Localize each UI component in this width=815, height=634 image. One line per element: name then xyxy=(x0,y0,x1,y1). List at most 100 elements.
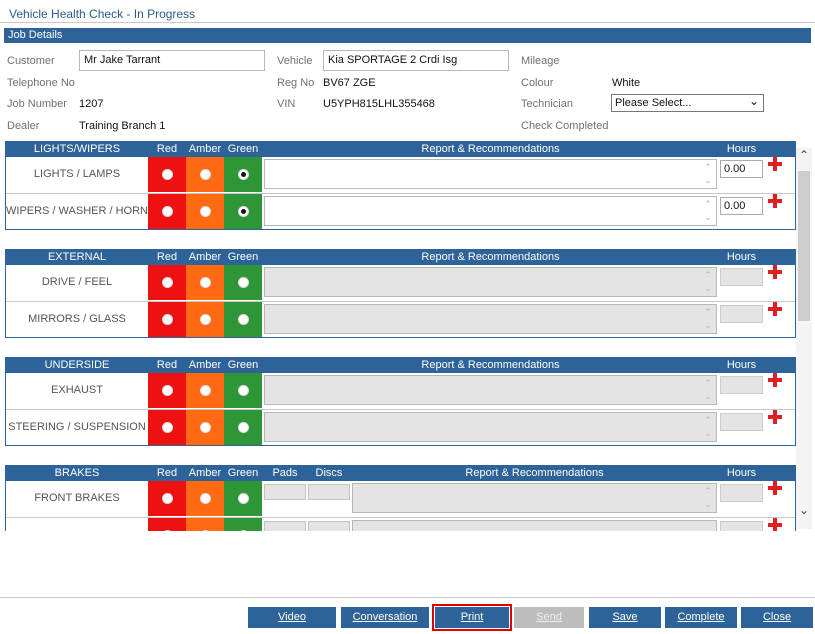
report-textarea[interactable] xyxy=(352,520,717,531)
col-report: Report & Recommendations xyxy=(465,467,604,479)
add-icon[interactable] xyxy=(768,481,782,495)
vehicle-field[interactable]: Kia SPORTAGE 2 Crdi Isg xyxy=(323,50,509,71)
red-radio[interactable] xyxy=(161,493,173,504)
red-radio[interactable] xyxy=(161,169,173,180)
green-cell xyxy=(224,157,262,192)
amber-radio[interactable] xyxy=(199,206,211,217)
technician-select-value: Please Select... xyxy=(615,97,692,109)
hours-input[interactable] xyxy=(720,376,763,394)
add-icon[interactable] xyxy=(768,265,782,279)
green-cell xyxy=(224,302,262,337)
red-cell xyxy=(148,194,186,229)
hours-input[interactable]: 0.00 xyxy=(720,160,763,178)
amber-radio[interactable] xyxy=(199,530,211,531)
job-number-label: Job Number xyxy=(7,98,67,110)
report-textarea[interactable]: ⌃ ⌄ xyxy=(264,375,717,405)
reg-value: BV67 ZGE xyxy=(323,77,376,89)
section-title: BRAKES xyxy=(54,467,100,479)
amber-radio[interactable] xyxy=(199,277,211,288)
save-button[interactable]: Save xyxy=(589,607,661,628)
red-radio[interactable] xyxy=(161,277,173,288)
green-radio[interactable] xyxy=(237,206,249,217)
textarea-scroll-icon: ⌃ ⌄ xyxy=(704,378,712,401)
print-button[interactable]: Print xyxy=(432,604,512,631)
add-icon[interactable] xyxy=(768,518,782,531)
scroll-down-icon[interactable]: ⌄ xyxy=(797,503,811,519)
check-name: DRIVE / FEEL xyxy=(41,276,113,288)
hours-input[interactable] xyxy=(720,484,763,502)
col-green: Green xyxy=(227,251,259,263)
red-radio[interactable] xyxy=(161,206,173,217)
pads-input[interactable] xyxy=(264,521,306,531)
check-name: FRONT BRAKES xyxy=(34,492,120,504)
scrollbar-thumb[interactable] xyxy=(798,171,810,321)
section-brakes: BRAKES Red Amber Green Pads Discs Report… xyxy=(5,465,796,531)
report-textarea[interactable]: ⌃ ⌄ xyxy=(264,412,717,442)
vertical-scrollbar[interactable]: ⌃ ⌄ xyxy=(796,148,812,529)
video-button[interactable]: Video xyxy=(248,607,336,628)
col-red: Red xyxy=(156,359,178,371)
add-icon[interactable] xyxy=(768,194,782,208)
red-radio[interactable] xyxy=(161,385,173,396)
red-cell xyxy=(148,373,186,408)
amber-radio[interactable] xyxy=(199,314,211,325)
discs-input[interactable] xyxy=(308,521,350,531)
section-title: LIGHTS/WIPERS xyxy=(33,143,121,155)
customer-field[interactable]: Mr Jake Tarrant xyxy=(79,50,265,71)
add-icon[interactable] xyxy=(768,157,782,171)
amber-radio[interactable] xyxy=(199,422,211,433)
hours-input[interactable]: 0.00 xyxy=(720,197,763,215)
red-radio[interactable] xyxy=(161,530,173,531)
green-radio[interactable] xyxy=(237,169,249,180)
green-radio[interactable] xyxy=(237,277,249,288)
green-radio[interactable] xyxy=(237,314,249,325)
conversation-button[interactable]: Conversation xyxy=(341,607,429,628)
add-icon[interactable] xyxy=(768,410,782,424)
green-radio[interactable] xyxy=(237,493,249,504)
red-radio[interactable] xyxy=(161,314,173,325)
close-button[interactable]: Close xyxy=(741,607,813,628)
checks-scroll-area[interactable]: LIGHTS/WIPERS Red Amber Green Report & R… xyxy=(0,141,815,531)
report-textarea[interactable]: ⌃ ⌄ xyxy=(264,196,717,226)
report-textarea[interactable]: ⌃ ⌄ xyxy=(264,159,717,189)
send-button[interactable]: Send xyxy=(514,607,584,628)
vin-value: U5YPH815LHL355468 xyxy=(323,98,435,110)
hours-input[interactable] xyxy=(720,268,763,286)
add-icon[interactable] xyxy=(768,302,782,316)
amber-radio[interactable] xyxy=(199,169,211,180)
section-header: LIGHTS/WIPERS Red Amber Green Report & R… xyxy=(6,142,795,157)
technician-select[interactable]: Please Select... ⌄ xyxy=(611,94,764,112)
green-cell xyxy=(224,194,262,229)
divider xyxy=(0,597,815,598)
textarea-scroll-icon: ⌃ ⌄ xyxy=(704,307,712,330)
scroll-up-icon[interactable]: ⌃ xyxy=(797,148,811,164)
discs-input[interactable] xyxy=(308,484,350,500)
col-pads: Pads xyxy=(272,467,298,479)
green-radio[interactable] xyxy=(237,422,249,433)
col-discs: Discs xyxy=(315,467,343,479)
amber-radio[interactable] xyxy=(199,493,211,504)
red-cell xyxy=(148,481,186,516)
check-row: LIGHTS / LAMPS ⌃ ⌄ 0.00 xyxy=(6,157,795,193)
check-row: STEERING / SUSPENSION ⌃ ⌄ xyxy=(6,409,795,445)
red-cell xyxy=(148,265,186,300)
divider xyxy=(0,22,815,23)
red-radio[interactable] xyxy=(161,422,173,433)
amber-cell xyxy=(186,410,224,445)
report-textarea[interactable]: ⌃ ⌄ xyxy=(264,304,717,334)
green-radio[interactable] xyxy=(237,530,249,531)
amber-cell xyxy=(186,518,224,531)
add-icon[interactable] xyxy=(768,373,782,387)
amber-radio[interactable] xyxy=(199,385,211,396)
hours-input[interactable] xyxy=(720,413,763,431)
check-name: STEERING / SUSPENSION xyxy=(8,421,146,433)
complete-button[interactable]: Complete xyxy=(665,607,737,628)
report-textarea[interactable]: ⌃ ⌄ xyxy=(264,267,717,297)
amber-cell xyxy=(186,194,224,229)
check-row: DRIVE / FEEL ⌃ ⌄ xyxy=(6,265,795,301)
hours-input[interactable] xyxy=(720,521,763,531)
pads-input[interactable] xyxy=(264,484,306,500)
hours-input[interactable] xyxy=(720,305,763,323)
green-radio[interactable] xyxy=(237,385,249,396)
report-textarea[interactable]: ⌃ ⌄ xyxy=(352,483,717,513)
